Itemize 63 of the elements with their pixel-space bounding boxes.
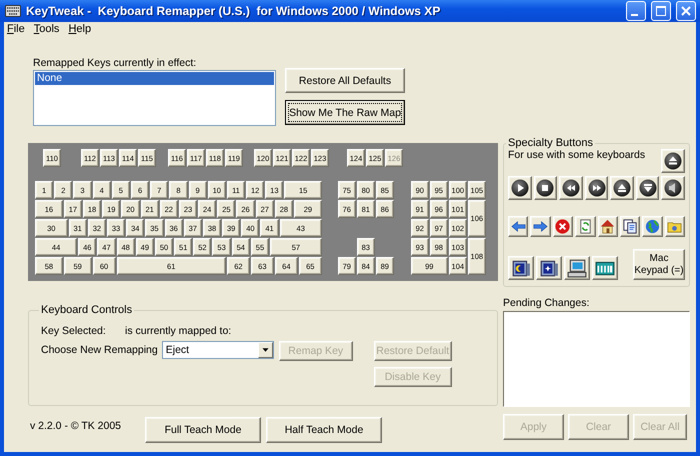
menu-item[interactable]: Help [68,23,92,35]
play-icon [510,179,529,197]
minimize-icon [631,14,638,16]
star-monitor-icon [539,258,559,278]
window-title: KeyTweak - Keyboard Remapper (U.S.) for Windows 2000 / Windows XP [26,4,442,18]
folder-button[interactable] [664,216,685,237]
maximize-button[interactable] [651,1,671,21]
keypad-button[interactable] [592,256,618,280]
list-item[interactable]: None [35,72,274,85]
left-arrow-icon [510,218,527,235]
minimize-button[interactable] [626,1,646,21]
menu-item[interactable]: Tools [34,23,60,35]
fast-forward-icon [588,179,606,197]
home-icon [599,218,616,235]
field-label: Choose New Remapping [41,344,158,356]
pages-icon [622,218,639,235]
rewind-button[interactable] [559,176,583,200]
remapped-keys-list[interactable]: None [33,70,276,126]
computer-button[interactable] [564,256,590,280]
globe-icon [644,218,661,235]
group-title: Specialty Buttons [507,137,594,149]
wake-button[interactable] [536,256,562,280]
refresh-button[interactable] [575,216,596,237]
keyboard-icon [5,5,21,17]
stop-icon [536,179,554,197]
field-label: is currently mapped to: [125,325,232,337]
field-label: Key Selected: [41,325,107,337]
play-button[interactable] [508,176,532,200]
up-triangle-button[interactable] [610,176,634,200]
speaker-button[interactable] [661,176,686,200]
rewind-icon [562,179,580,197]
forward-button[interactable] [530,216,551,237]
group-note: For use with some keyboards [508,149,646,161]
version-text: v 2.2.0 - © TK 2005 [30,420,122,432]
action-button[interactable]: Show Me The Raw Map [285,100,405,125]
x-circle-icon [554,218,572,235]
down-triangle-button[interactable] [636,176,660,200]
eject-button[interactable] [661,149,685,173]
right-arrow-icon [532,218,550,235]
maximize-icon [656,6,666,16]
menu-item[interactable]: File [7,23,25,35]
close-icon [681,6,691,16]
group-title: Keyboard Controls [40,304,134,316]
speaker-icon [664,179,682,197]
stop-page-button[interactable] [552,216,574,237]
search-button[interactable] [620,216,640,237]
action-button[interactable]: Restore All Defaults [285,68,405,93]
moon-monitor-icon [511,258,531,278]
web-button[interactable] [642,216,663,237]
list-label: Remapped Keys currently in effect: [33,57,196,69]
stop-button[interactable] [534,176,558,200]
pending-label: Pending Changes: [503,297,590,309]
mac-keypad-button[interactable]: Mac Keypad (=) [633,249,685,280]
eject-icon [664,152,682,170]
close-button[interactable] [676,1,696,21]
teach-mode-button[interactable]: Full Teach Mode [145,417,261,443]
teach-mode-button[interactable]: Half Teach Mode [266,417,382,443]
sleep-button[interactable] [508,256,534,280]
remap-dropdown[interactable]: Eject [162,341,274,359]
computer-icon [567,258,587,278]
back-button[interactable] [508,216,528,237]
fast-forward-button[interactable] [584,176,608,200]
home-button[interactable] [598,216,618,237]
